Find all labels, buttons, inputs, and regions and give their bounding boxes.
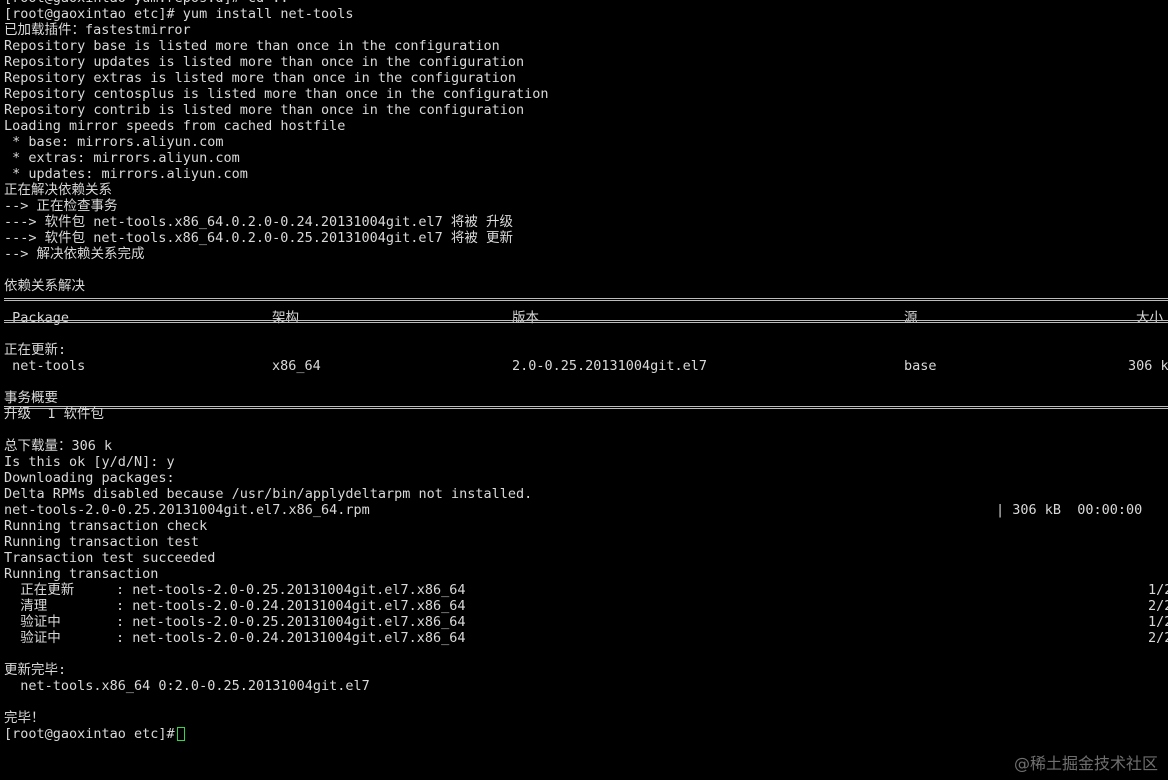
- output-line: Downloading packages:: [4, 470, 175, 486]
- step-package: : net-tools-2.0-0.25.20131004git.el7.x86…: [116, 614, 466, 630]
- output-line: Repository base is listed more than once…: [4, 38, 500, 54]
- output-line: Delta RPMs disabled because /usr/bin/app…: [4, 486, 533, 502]
- output-line: --> 解决依赖关系完成: [4, 246, 145, 262]
- separator-rule: [4, 406, 1168, 409]
- output-line: * updates: mirrors.aliyun.com: [4, 166, 248, 182]
- output-line: 更新完毕:: [4, 662, 67, 678]
- table-section-label: 正在更新:: [4, 342, 67, 358]
- step-action: 验证中: [4, 614, 110, 630]
- upgrade-line: 升级 1 软件包: [4, 406, 105, 422]
- cell-repo: base: [904, 358, 937, 374]
- cell-version: 2.0-0.25.20131004git.el7: [512, 358, 708, 374]
- separator-rule: [4, 320, 1168, 323]
- terminal-window[interactable]: [root@gaoxintao yum.repos.d]# cd ..[root…: [0, 0, 1168, 780]
- transaction-step: 验证中 : net-tools-2.0-0.25.20131004git.el7…: [4, 614, 1168, 630]
- step-action: 验证中: [4, 630, 110, 646]
- col-header-arch: 架构: [272, 310, 299, 326]
- download-line: net-tools-2.0-0.25.20131004git.el7.x86_6…: [4, 502, 1168, 518]
- step-package: : net-tools-2.0-0.24.20131004git.el7.x86…: [116, 598, 466, 614]
- step-count: 1/2: [1148, 582, 1168, 598]
- transaction-step: 验证中 : net-tools-2.0-0.24.20131004git.el7…: [4, 630, 1168, 646]
- output-line: 正在解决依赖关系: [4, 182, 112, 198]
- transaction-step: 正在更新 : net-tools-2.0-0.25.20131004git.el…: [4, 582, 1168, 598]
- output-line: Loading mirror speeds from cached hostfi…: [4, 118, 346, 134]
- output-line: 依赖关系解决: [4, 278, 85, 294]
- output-line: * base: mirrors.aliyun.com: [4, 134, 224, 150]
- download-file: net-tools-2.0-0.25.20131004git.el7.x86_6…: [4, 502, 370, 518]
- step-count: 2/2: [1148, 598, 1168, 614]
- table-row: net-tools x86_64 2.0-0.25.20131004git.el7 b…: [4, 358, 1168, 374]
- download-status: | 306 kB 00:00:00: [996, 502, 1143, 518]
- output-line: Repository contrib is listed more than o…: [4, 102, 525, 118]
- output-line: Repository extras is listed more than on…: [4, 70, 517, 86]
- output-line: Is this ok [y/d/N]: y: [4, 454, 175, 470]
- output-line: ---> 软件包 net-tools.x86_64.0.2.0-0.25.201…: [4, 230, 514, 246]
- table-header-row: Package 架构 版本 源 大小: [4, 310, 1168, 326]
- step-count: 2/2: [1148, 630, 1168, 646]
- separator-rule: [4, 298, 1168, 301]
- step-count: 1/2: [1148, 614, 1168, 630]
- output-line: Running transaction: [4, 566, 159, 582]
- col-header-repo: 源: [904, 310, 918, 326]
- transaction-step: 清理 : net-tools-2.0-0.24.20131004git.el7.…: [4, 598, 1168, 614]
- step-package: : net-tools-2.0-0.25.20131004git.el7.x86…: [116, 582, 466, 598]
- output-line: * extras: mirrors.aliyun.com: [4, 150, 240, 166]
- output-line: 已加载插件：fastestmirror: [4, 22, 191, 38]
- output-line: net-tools.x86_64 0:2.0-0.25.20131004git.…: [4, 678, 370, 694]
- output-line: [root@gaoxintao etc]# yum install net-to…: [4, 6, 354, 22]
- output-line: Transaction test succeeded: [4, 550, 216, 566]
- output-line: --> 正在检查事务: [4, 198, 118, 214]
- output-line: ---> 软件包 net-tools.x86_64.0.2.0-0.24.201…: [4, 214, 514, 230]
- output-line: Running transaction test: [4, 534, 200, 550]
- col-header-version: 版本: [512, 310, 539, 326]
- shell-prompt[interactable]: [root@gaoxintao etc]#: [4, 726, 183, 742]
- step-action: 正在更新: [4, 582, 107, 598]
- output-line: Repository updates is listed more than o…: [4, 54, 525, 70]
- output-line: 总下载量：306 k: [4, 438, 113, 454]
- col-header-size: 大小: [1136, 310, 1163, 326]
- cell-size: 306 k: [1128, 358, 1168, 374]
- text-cursor: [177, 727, 185, 741]
- summary-title: 事务概要: [4, 390, 58, 406]
- output-line: Repository centosplus is listed more tha…: [4, 86, 549, 102]
- step-action: 清理: [4, 598, 113, 614]
- cell-package: net-tools: [4, 358, 86, 374]
- output-line: Running transaction check: [4, 518, 208, 534]
- step-package: : net-tools-2.0-0.24.20131004git.el7.x86…: [116, 630, 466, 646]
- output-line: 完毕！: [4, 710, 45, 726]
- cell-arch: x86_64: [272, 358, 321, 374]
- watermark: @稀土掘金技术社区: [1013, 754, 1158, 773]
- col-header-package: Package: [4, 310, 70, 326]
